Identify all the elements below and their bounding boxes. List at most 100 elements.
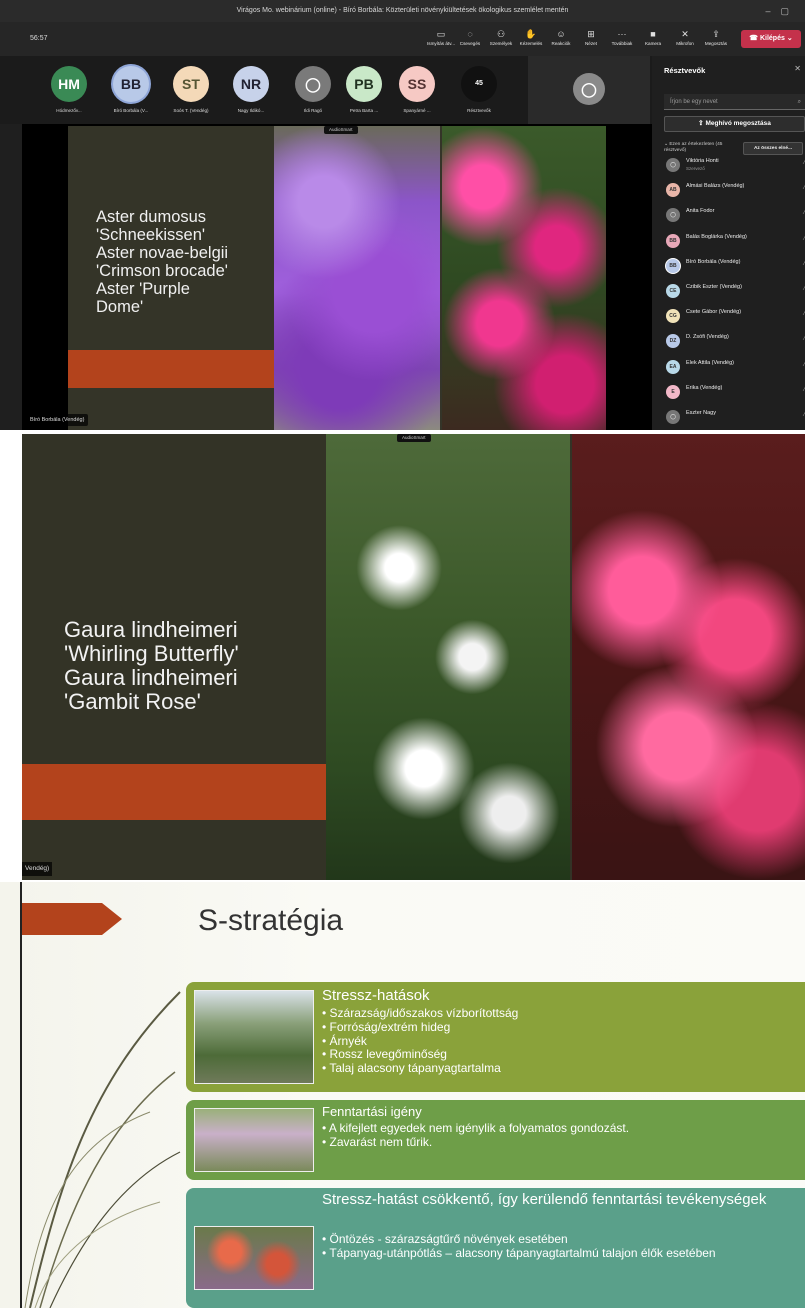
meeting-timer: 56:57 — [30, 35, 48, 42]
panel-title: Résztvevők — [664, 66, 706, 75]
participant-name: Résztvevők — [467, 108, 491, 113]
window-title: Virágos Mo. webinárium (online) - Bíró B… — [236, 7, 569, 14]
participant-name: Bíró Borbála (V... — [113, 108, 149, 113]
bullet-item: Talaj alacsony tápanyagtartalma — [322, 1061, 518, 1076]
share-button[interactable]: ⇪ Megosztás — [697, 27, 735, 53]
bullet-item: Árnyék — [322, 1034, 518, 1049]
avatar: BB — [666, 233, 680, 248]
participant-name: D. Zsófi (Vendég) — [686, 334, 729, 341]
slide-text: Gaura lindheimeri 'Whirling Butterfly' G… — [64, 617, 239, 714]
share-invite-label: Meghívó megosztása — [705, 120, 771, 127]
maintenance-box: Fenntartási igény A kifejlett egyedek ne… — [186, 1100, 805, 1180]
pink-gaura-photo — [572, 434, 805, 880]
white-gaura-photo — [326, 434, 570, 880]
avatar: BB — [113, 66, 149, 102]
toolbar-label: Továbbiak — [611, 41, 633, 46]
participant-name: Elek Attila (Vendég) — [686, 359, 735, 366]
flowerbed-photo — [194, 1226, 314, 1290]
bullet-list: A kifejlett egyedek nem igénylik a folya… — [322, 1121, 629, 1150]
participant-list-item[interactable]: BB Bíró Borbála (Vendég) ⁄ — [664, 256, 805, 276]
speaker-label: Vendég) — [22, 862, 53, 876]
pink-aster-photo — [442, 126, 606, 430]
stress-effects-box: Stressz-hatások Szárazság/időszakos vízb… — [186, 982, 805, 1092]
participant-name: Ildi Ragó — [303, 108, 323, 113]
participant-name: Spanyárné ... — [403, 108, 431, 113]
participant-list-item[interactable]: CE Czibik Eszter (Vendég) ⁄ — [664, 281, 805, 301]
avatar: ST — [173, 66, 209, 102]
participant-tile[interactable]: NR Nagy Ildikó... — [222, 61, 280, 121]
participant-list-item[interactable]: BB Balás Boglárka (Vendég) ⁄ — [664, 231, 805, 251]
participant-name: Balás Boglárka (Vendég) — [686, 233, 747, 240]
slide-aster: Aster dumosus 'Schneekissen' Aster novae… — [68, 126, 606, 430]
shared-screen: Aster dumosus 'Schneekissen' Aster novae… — [22, 124, 652, 430]
participant-strip: HM Hódmezőv... BB Bíró Borbála (V... ST Soós … — [0, 56, 652, 124]
participant-list-item[interactable]: ◯ Anita Fodor ⁄ — [664, 205, 805, 225]
bullet-item: Zavarást nem tűrik. — [322, 1135, 629, 1150]
participant-tile[interactable]: ◯ Ildi Ragó — [284, 61, 342, 121]
avatar: SS — [399, 66, 435, 102]
bullet-item: Tápanyag-utánpótlás – alacsony tápanyagt… — [322, 1246, 715, 1261]
participant-name: Hódmezőv... — [56, 108, 82, 113]
participant-tile[interactable]: 45 Résztvevők — [450, 61, 508, 121]
participant-name: Petra Barta ... — [349, 108, 379, 113]
share-invite-button[interactable]: ⇪ Meghívó megosztása — [664, 116, 805, 132]
purple-aster-photo — [274, 126, 440, 430]
bullet-list: Öntözés - szárazságtűrő növények esetébe… — [322, 1232, 715, 1261]
avatar: DZ — [666, 334, 680, 349]
orange-arrow-shape — [22, 764, 374, 820]
toolbar-label: Kézemelés — [519, 41, 543, 46]
participant-name: Csete Gábor (Vendég) — [686, 309, 742, 316]
toolbar-label: Mikrofon — [676, 41, 694, 46]
bullet-item: Rossz levegőminőség — [322, 1048, 518, 1062]
participant-name: Viktória Honti — [686, 158, 719, 164]
window-controls[interactable]: –▢ — [765, 0, 799, 22]
speaker-label: Bíró Borbála (Vendég) — [26, 414, 89, 426]
participant-role: Szervező — [686, 166, 705, 171]
participant-name: Erika (Vendég) — [686, 384, 723, 391]
participant-name: Bíró Borbála (Vendég) — [686, 258, 741, 265]
participant-list-item[interactable]: AB Almási Balázs (Vendég) ⁄ — [664, 180, 805, 200]
window-titlebar: Virágos Mo. webinárium (online) - Bíró B… — [0, 0, 805, 22]
participant-name: Almási Balázs (Vendég) — [686, 183, 745, 190]
participant-name: Nagy Ildikó... — [237, 108, 265, 113]
participant-list-item[interactable]: CG Csete Gábor (Vendég) ⁄ — [664, 306, 805, 326]
participant-list-item[interactable]: ◯ Eszter Nagy ⁄ — [664, 407, 805, 427]
mute-all-button[interactable]: Az összes elné... — [743, 142, 803, 155]
slide-title: S-stratégia — [198, 904, 344, 937]
search-input[interactable]: Írjon be egy nevet ⌕ — [664, 94, 805, 110]
participant-tile[interactable]: SS Spanyárné ... — [388, 61, 446, 121]
person-icon: ◯ — [295, 66, 331, 102]
self-video-tile[interactable]: ◯ — [528, 56, 650, 124]
divider — [20, 882, 22, 1308]
participant-tile[interactable]: ST Soós T. (Vendég) — [162, 61, 220, 121]
toolbar-label: Személyek — [489, 41, 513, 46]
person-icon: ◯ — [666, 158, 680, 172]
slide-gaura: Gaura lindheimeri 'Whirling Butterfly' G… — [22, 434, 805, 880]
toolbar-label: Reakciók — [551, 41, 571, 46]
person-icon: ◯ — [666, 208, 680, 223]
participant-list-item[interactable]: ◯ Viktória Honti Szervező ⁄ — [664, 155, 805, 175]
toolbar-label: Kamera — [644, 41, 662, 46]
avatar: EA — [666, 359, 680, 374]
grass-decoration — [24, 991, 181, 1308]
leave-button[interactable]: ☎ Kilépés ⌄ — [741, 30, 801, 48]
bullet-list: Szárazság/időszakos vízborítottságForrós… — [322, 1006, 519, 1076]
participants-panel: Résztvevők ✕ Írjon be egy nevet ⌕ ⇪ Megh… — [652, 56, 805, 430]
bullet-item: Szárazság/időszakos vízborítottság — [322, 1006, 519, 1021]
participant-list-item[interactable]: DZ D. Zsófi (Vendég) ⁄ — [664, 331, 805, 351]
participant-list-item[interactable]: EA Elek Attila (Vendég) ⁄ — [664, 357, 805, 377]
participant-tile[interactable]: BB Bíró Borbála (V... — [102, 61, 160, 121]
participant-tile[interactable]: PB Petra Barta ... — [335, 61, 393, 121]
audiosmart-watermark: AudioSmart — [397, 434, 431, 442]
close-icon[interactable]: ✕ — [794, 64, 801, 73]
in-meeting-label: Ezen az értekezleten (45 résztvevő) — [664, 142, 723, 153]
participant-list-item[interactable]: E Erika (Vendég) ⁄ — [664, 382, 805, 402]
slide-text: Aster dumosus 'Schneekissen' Aster novae… — [96, 208, 229, 316]
avatar: AB — [666, 183, 680, 198]
avatar: 45 — [461, 66, 497, 102]
avatar: NR — [233, 66, 269, 102]
flower-photo — [194, 1108, 314, 1172]
participant-tile[interactable]: HM Hódmezőv... — [40, 61, 98, 121]
in-meeting-header[interactable]: ⌄ Ezen az értekezleten (45 résztvevő) — [664, 142, 734, 154]
search-placeholder: Írjon be egy nevet — [670, 99, 718, 105]
